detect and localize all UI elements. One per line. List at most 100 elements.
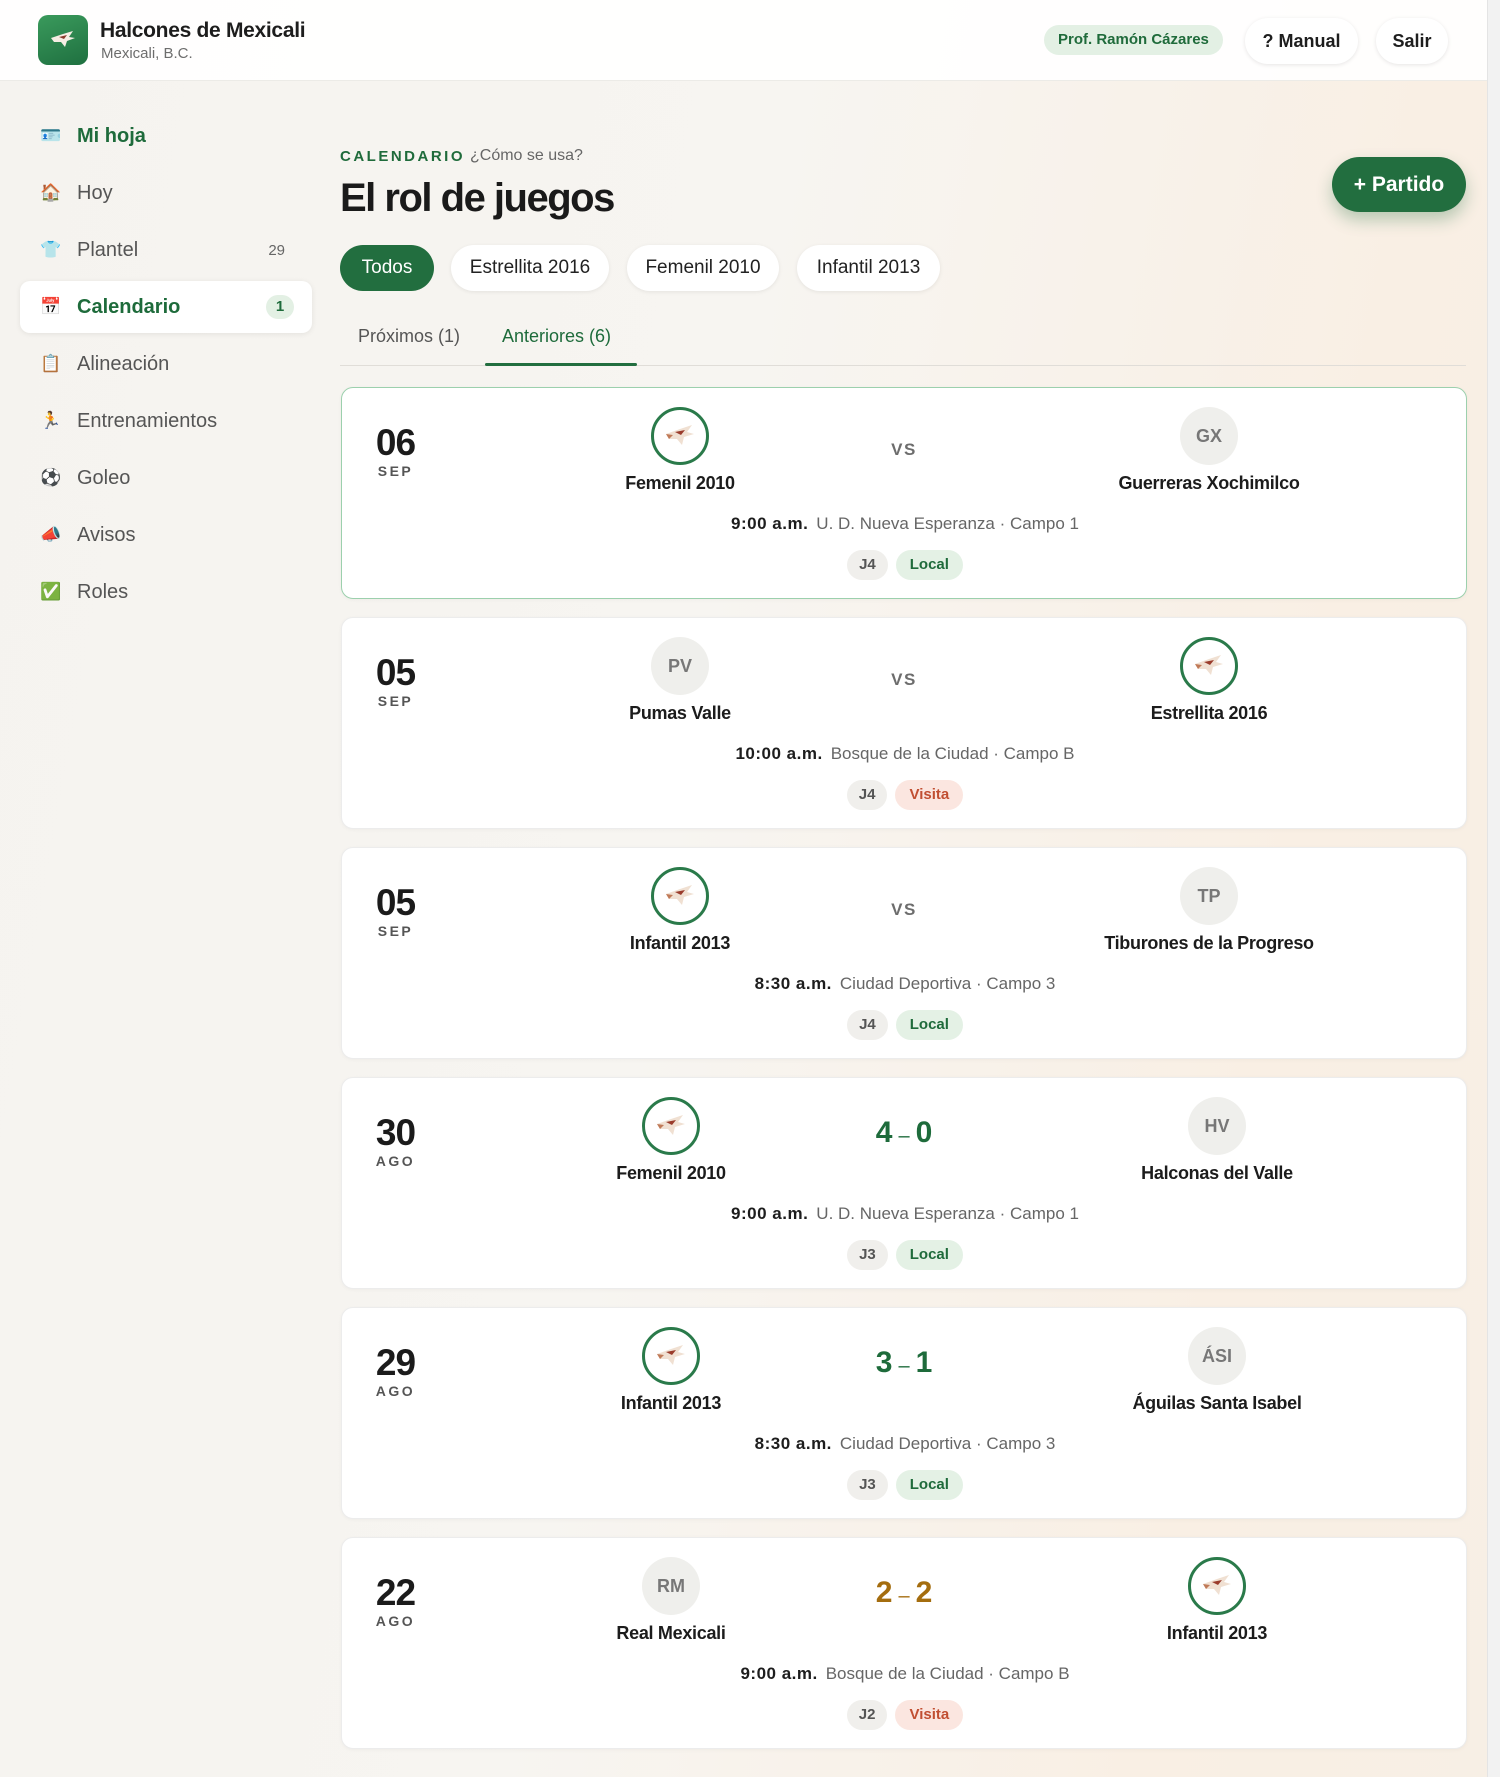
filter-estrellita-2016[interactable]: Estrellita 2016 <box>451 245 609 291</box>
match-center: 3–1 <box>842 1346 966 1380</box>
match-day: 30 <box>375 1112 416 1153</box>
user-badge[interactable]: Prof. Ramón Cázares <box>1044 25 1223 55</box>
help-icon: ? <box>1262 31 1274 51</box>
sidebar-item-label: Alineación <box>77 352 170 375</box>
final-score: 4–0 <box>842 1116 966 1150</box>
round-chip: J2 <box>846 1700 888 1730</box>
match-center: 4–0 <box>842 1116 966 1150</box>
venue-side-chip: Local <box>895 1470 963 1500</box>
match-month: SEP <box>377 923 414 939</box>
match-card[interactable]: 06 SEP Femenil 2010 VS GX Guerreras Xochimilc… <box>341 387 1467 599</box>
sidebar-item-goleo[interactable]: ⚽ Goleo <box>20 452 312 504</box>
match-time: 9:00 a.m. <box>740 1664 818 1683</box>
help-link[interactable]: ¿Cómo se usa? <box>470 147 583 165</box>
team-name: Águilas Santa Isabel <box>1132 1393 1302 1413</box>
player-count: 29 <box>268 241 285 259</box>
away-team: HV Halconas del Valle <box>1092 1097 1342 1184</box>
match-month: AGO <box>375 1153 416 1169</box>
sidebar-item-roles[interactable]: ✅ Roles <box>20 566 312 618</box>
tab-proximos[interactable]: Próximos (1) <box>358 326 460 347</box>
match-card[interactable]: 05 SEP Infantil 2013 VS TP Tiburones de la Pr… <box>341 847 1467 1059</box>
home-score: 2 <box>875 1576 893 1609</box>
hawk-icon <box>666 425 694 445</box>
club-crest <box>642 1327 700 1385</box>
venue-side-chip: Local <box>895 1240 963 1270</box>
logout-button[interactable]: Salir <box>1376 18 1448 64</box>
match-tags: J4 Local <box>342 1010 1468 1040</box>
sidebar-item-calendario[interactable]: 📅 Calendario 1 <box>20 281 312 333</box>
upcoming-badge: 1 <box>266 295 294 319</box>
team-name: Femenil 2010 <box>625 473 735 493</box>
match-month: AGO <box>375 1613 416 1629</box>
sidebar-item-hoy[interactable]: 🏠 Hoy <box>20 167 312 219</box>
filter-femenil-2010[interactable]: Femenil 2010 <box>627 245 779 291</box>
rival-initials: TP <box>1180 867 1238 925</box>
venue-side-chip: Local <box>895 1010 963 1040</box>
team-name: Guerreras Xochimilco <box>1118 473 1300 493</box>
match-time: 9:00 a.m. <box>731 1204 809 1223</box>
home-score: 4 <box>875 1116 893 1149</box>
team-name: Real Mexicali <box>616 1623 726 1643</box>
away-score: 0 <box>915 1116 933 1149</box>
match-card[interactable]: 29 AGO Infantil 2013 3–1 ÁSI Águilas Santa Is… <box>341 1307 1467 1519</box>
match-day: 29 <box>375 1342 416 1383</box>
hawk-icon <box>51 31 75 47</box>
sidebar-item-avisos[interactable]: 📣 Avisos <box>20 509 312 561</box>
filter-infantil-2013[interactable]: Infantil 2013 <box>797 245 940 291</box>
round-chip: J3 <box>847 1470 888 1500</box>
sidebar-item-entrenamientos[interactable]: 🏃 Entrenamientos <box>20 395 312 447</box>
check-icon: ✅ <box>40 582 62 601</box>
rival-initials: ÁSI <box>1188 1327 1246 1385</box>
match-day: 05 <box>375 882 416 923</box>
match-center: VS <box>842 670 966 690</box>
home-team: Femenil 2010 <box>546 1097 796 1184</box>
match-time: 9:00 a.m. <box>731 514 809 533</box>
club-crest <box>651 407 709 465</box>
match-card[interactable]: 05 SEP PV Pumas Valle VS Estrellita 2016 10:00… <box>341 617 1467 829</box>
match-month: AGO <box>375 1383 416 1399</box>
club-crest <box>1188 1557 1246 1615</box>
manual-button[interactable]: ? Manual <box>1245 18 1358 64</box>
match-center: VS <box>842 900 966 920</box>
add-match-button[interactable]: + Partido <box>1332 157 1466 212</box>
rival-initials: GX <box>1180 407 1238 465</box>
filter-todos[interactable]: Todos <box>340 245 434 291</box>
sidebar-item-mi-hoja[interactable]: 🪪 Mi hoja <box>20 110 312 162</box>
match-venue: U. D. Nueva Esperanza · Campo 1 <box>816 1204 1079 1223</box>
sidebar-item-label: Mi hoja <box>77 124 146 147</box>
sidebar-item-plantel[interactable]: 👕 Plantel 29 <box>20 224 312 276</box>
away-score: 1 <box>915 1346 933 1379</box>
scrollbar[interactable] <box>1487 0 1500 1777</box>
tab-anteriores[interactable]: Anteriores (6) <box>502 326 611 347</box>
hawk-icon <box>666 885 694 905</box>
score-separator: – <box>898 1125 910 1147</box>
team-name: Estrellita 2016 <box>1150 703 1268 723</box>
megaphone-icon: 📣 <box>40 525 62 544</box>
match-card[interactable]: 30 AGO Femenil 2010 4–0 HV Halconas del Valle… <box>341 1077 1467 1289</box>
match-month: SEP <box>377 463 414 479</box>
club-crest <box>1180 637 1238 695</box>
venue-side-chip: Visita <box>895 1700 964 1730</box>
sidebar-item-alineacion[interactable]: 📋 Alineación <box>20 338 312 390</box>
team-name: Infantil 2013 <box>620 1393 722 1413</box>
match-center: 2–2 <box>842 1576 966 1610</box>
home-team: RM Real Mexicali <box>546 1557 796 1644</box>
match-tags: J3 Local <box>342 1470 1468 1500</box>
match-tags: J3 Local <box>342 1240 1468 1270</box>
ball-icon: ⚽ <box>40 468 62 487</box>
rival-initials: PV <box>651 637 709 695</box>
rival-initials: RM <box>642 1557 700 1615</box>
match-day: 22 <box>375 1572 416 1613</box>
match-venue: U. D. Nueva Esperanza · Campo 1 <box>816 514 1079 533</box>
match-meta: 10:00 a.m. Bosque de la Ciudad · Campo B <box>342 744 1468 764</box>
hawk-icon <box>1195 655 1223 675</box>
active-tab-indicator <box>485 363 637 366</box>
hawk-icon <box>657 1115 685 1135</box>
match-meta: 9:00 a.m. U. D. Nueva Esperanza · Campo 1 <box>342 1204 1468 1224</box>
runner-icon: 🏃 <box>40 411 62 430</box>
match-tags: J2 Visita <box>342 1700 1468 1730</box>
top-bar: Halcones de Mexicali Mexicali, B.C. Prof… <box>0 0 1487 81</box>
sidebar-item-label: Roles <box>77 580 129 603</box>
match-card[interactable]: 22 AGO RM Real Mexicali 2–2 Infantil 2013 9:00… <box>341 1537 1467 1749</box>
club-logo[interactable] <box>38 15 88 65</box>
